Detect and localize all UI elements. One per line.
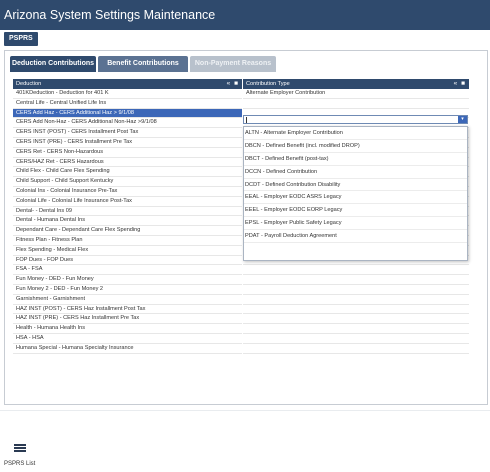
table-row[interactable] xyxy=(243,265,469,276)
chevron-down-icon[interactable]: ▾ xyxy=(458,116,467,123)
table-row[interactable]: Colonial Life - Colonial Life Insurance … xyxy=(13,197,242,207)
top-tab-strip: PSPRS xyxy=(0,30,490,48)
contribution-type-dropdown: ALTN - Alternate Employer Contribution DB… xyxy=(243,126,468,261)
collapse-icon[interactable]: « xyxy=(227,80,232,87)
table-row[interactable] xyxy=(243,99,469,109)
contribution-type-input[interactable]: ▾ xyxy=(243,115,468,124)
table-row[interactable]: CERS/HAZ Ret - CERS Hazardous xyxy=(13,158,242,168)
table-row[interactable]: CERS INST (POST) - CERS Installment Post… xyxy=(13,128,242,138)
table-row[interactable]: CERS Ret - CERS Non-Hazardous xyxy=(13,148,242,158)
title-bar: Arizona System Settings Maintenance xyxy=(0,0,490,30)
table-row[interactable]: Health - Humana Health Ins xyxy=(13,324,242,334)
table-row[interactable]: Fun Money 2 - DED - Fun Money 2 xyxy=(13,285,242,295)
tab-non-payment-reasons[interactable]: Non-Payment Reasons xyxy=(190,56,276,72)
tab-benefit-contributions[interactable]: Benefit Contributions xyxy=(98,56,188,72)
dropdown-option[interactable]: PDAT - Payroll Deduction Agreement xyxy=(244,230,467,244)
dropdown-option[interactable]: DBCT - Defined Benefit (post-tax) xyxy=(244,153,467,166)
table-row[interactable]: CERS Add Non-Haz - CERS Additional Non-H… xyxy=(13,118,242,129)
table-row[interactable]: HSA - HSA xyxy=(13,334,242,344)
table-row[interactable] xyxy=(243,314,469,325)
table-row[interactable] xyxy=(243,334,469,344)
contribution-type-column-header[interactable]: Contribution Type « ■ xyxy=(243,79,469,89)
table-row[interactable]: Child Flex - Child Care Flex Spending xyxy=(13,167,242,178)
tab-psprs[interactable]: PSPRS xyxy=(4,32,38,46)
table-row[interactable]: Fitness Plan - Fitness Plan xyxy=(13,236,242,246)
table-row[interactable]: FOP Dues - FOP Dues xyxy=(13,256,242,266)
table-row[interactable]: Colonial Ins - Colonial Insurance Pre-Ta… xyxy=(13,187,242,197)
deduction-rows: 401KDeduction - Deduction for 401 K Centr… xyxy=(13,89,242,354)
divider xyxy=(0,410,490,411)
dropdown-option[interactable]: DCCN - Defined Contribution xyxy=(244,166,467,179)
dropdown-option[interactable]: ALTN - Alternate Employer Contribution xyxy=(244,127,467,140)
table-row[interactable]: Fun Money - DED - Fun Money xyxy=(13,275,242,285)
table-row[interactable]: CERS INST (PRE) - CERS Installment Pre T… xyxy=(13,138,242,148)
table-row[interactable]: Alternate Employer Contribution xyxy=(243,89,469,99)
table-row[interactable] xyxy=(243,305,469,315)
table-row[interactable]: HAZ INST (POST) - CERS Haz Installment P… xyxy=(13,305,242,315)
dropdown-option[interactable]: EEEL - Employer EODC EORP Legacy xyxy=(244,204,467,218)
app-title: Arizona System Settings Maintenance xyxy=(4,8,216,22)
column-menu-icon[interactable]: ■ xyxy=(234,80,239,87)
table-row[interactable]: Dental- - Dental Ins 09 xyxy=(13,207,242,217)
deduction-column-header[interactable]: Deduction « ■ xyxy=(13,79,242,89)
table-row[interactable]: FSA - FSA xyxy=(13,265,242,276)
table-row[interactable] xyxy=(243,344,469,354)
column-controls[interactable]: « ■ xyxy=(227,79,239,89)
column-menu-icon[interactable]: ■ xyxy=(461,80,466,87)
dropdown-option[interactable]: EEAL - Employer EODC ASRS Legacy xyxy=(244,191,467,205)
table-row[interactable] xyxy=(243,295,469,305)
table-row[interactable]: Child Support - Child Support Kentucky xyxy=(13,177,242,187)
table-row[interactable]: Dental - Humana Dental Ins xyxy=(13,216,242,227)
table-row[interactable]: Flex Spending - Medical Flex xyxy=(13,246,242,256)
table-row[interactable] xyxy=(243,275,469,285)
deduction-header-label: Deduction xyxy=(16,81,42,87)
contribution-type-header-label: Contribution Type xyxy=(246,81,290,87)
tab-deduction-contributions[interactable]: Deduction Contributions xyxy=(10,56,96,72)
table-row[interactable]: Central Life - Central Unified Life Ins xyxy=(13,99,242,109)
table-row[interactable]: Humana Special - Humana Specialty Insura… xyxy=(13,344,242,354)
collapse-icon[interactable]: « xyxy=(454,80,459,87)
table-row[interactable]: Dependant Care - Dependant Care Flex Spe… xyxy=(13,226,242,236)
deduction-grid: Deduction « ■ 401KDeduction - Deduction … xyxy=(13,79,242,394)
dropdown-option[interactable]: EPSL - Employer Public Safety Legacy xyxy=(244,217,467,231)
table-row[interactable]: Garnishment - Garnishment xyxy=(13,295,242,305)
table-row[interactable] xyxy=(243,285,469,295)
column-controls[interactable]: « ■ xyxy=(454,79,466,89)
psprs-list-link[interactable]: PSPRS List xyxy=(4,461,35,467)
text-caret xyxy=(246,117,247,123)
dropdown-option[interactable]: DBCN - Defined Benefit (incl. modified D… xyxy=(244,140,467,153)
dropdown-option[interactable]: DCDT - Defined Contribution Disability xyxy=(244,179,467,192)
list-icon[interactable] xyxy=(14,444,26,453)
table-row[interactable]: CERS Add Haz - CERS Additional Haz > 9/1… xyxy=(13,108,242,119)
table-row[interactable]: HAZ INST (PRE) - CERS Haz Installment Pr… xyxy=(13,314,242,325)
table-row[interactable]: 401KDeduction - Deduction for 401 K xyxy=(13,89,242,99)
table-row[interactable] xyxy=(243,324,469,334)
